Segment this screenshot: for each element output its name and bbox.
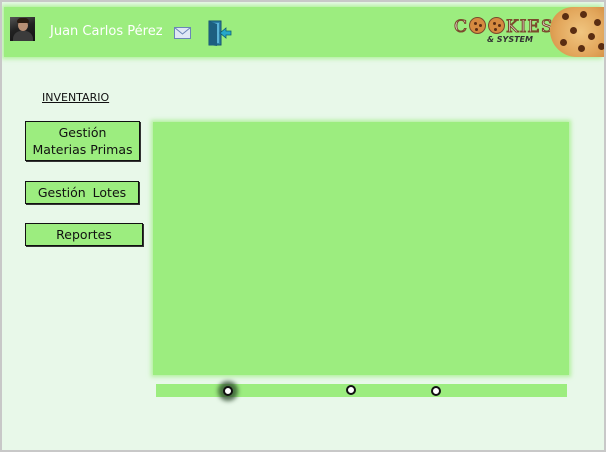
inventory-section-title[interactable]: INVENTARIO bbox=[42, 91, 109, 104]
slider-dot-1[interactable] bbox=[223, 386, 233, 396]
header-bar: Juan Carlos Pérez C KIES & SYSTEM bbox=[4, 7, 604, 57]
logo-wordmark: C KIES bbox=[453, 16, 554, 37]
app-window: Juan Carlos Pérez C KIES & SYSTEM INVENTA bbox=[2, 2, 604, 450]
raw-materials-button[interactable]: Gestión Materias Primas bbox=[25, 121, 140, 161]
avatar-body bbox=[13, 31, 33, 41]
slider-dot-2[interactable] bbox=[346, 385, 356, 395]
mail-icon[interactable] bbox=[174, 27, 191, 39]
slider-dot-3[interactable] bbox=[431, 386, 441, 396]
avatar-hair bbox=[17, 18, 29, 23]
app-logo: C KIES & SYSTEM bbox=[453, 16, 553, 51]
reports-button[interactable]: Reportes bbox=[25, 223, 143, 246]
content-panel bbox=[153, 122, 569, 375]
exit-icon[interactable] bbox=[206, 19, 232, 47]
user-name[interactable]: Juan Carlos Pérez bbox=[50, 24, 163, 39]
user-avatar[interactable] bbox=[10, 17, 35, 41]
cookie-icon bbox=[550, 7, 604, 57]
slider-track[interactable] bbox=[156, 384, 567, 397]
raw-materials-label: Gestión Materias Primas bbox=[32, 125, 133, 157]
logo-subtitle: & SYSTEM bbox=[487, 35, 533, 44]
lots-button[interactable]: Gestión Lotes bbox=[25, 181, 139, 204]
